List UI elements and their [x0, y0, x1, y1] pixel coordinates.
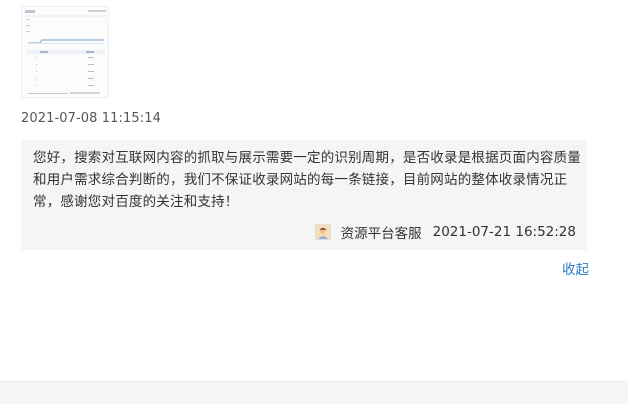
reply-time: 2021-07-21 16:52:28 — [432, 224, 576, 240]
footer-divider — [0, 381, 628, 404]
screenshot-thumbnail[interactable] — [21, 6, 109, 98]
collapse-link[interactable]: 收起 — [562, 258, 589, 278]
reply-meta: 资源平台客服 2021-07-21 16:52:28 — [314, 222, 576, 242]
service-avatar-icon — [314, 224, 331, 240]
post-timestamp: 2021-07-08 11:15:14 — [21, 111, 161, 126]
reply-text: 您好，搜索对互联网内容的抓取与展示需要一定的识别周期，是否收录是根据页面内容质量… — [33, 150, 581, 210]
official-reply: 您好，搜索对互联网内容的抓取与展示需要一定的识别周期，是否收录是根据页面内容质量… — [21, 140, 587, 250]
reply-author: 资源平台客服 — [340, 226, 422, 242]
